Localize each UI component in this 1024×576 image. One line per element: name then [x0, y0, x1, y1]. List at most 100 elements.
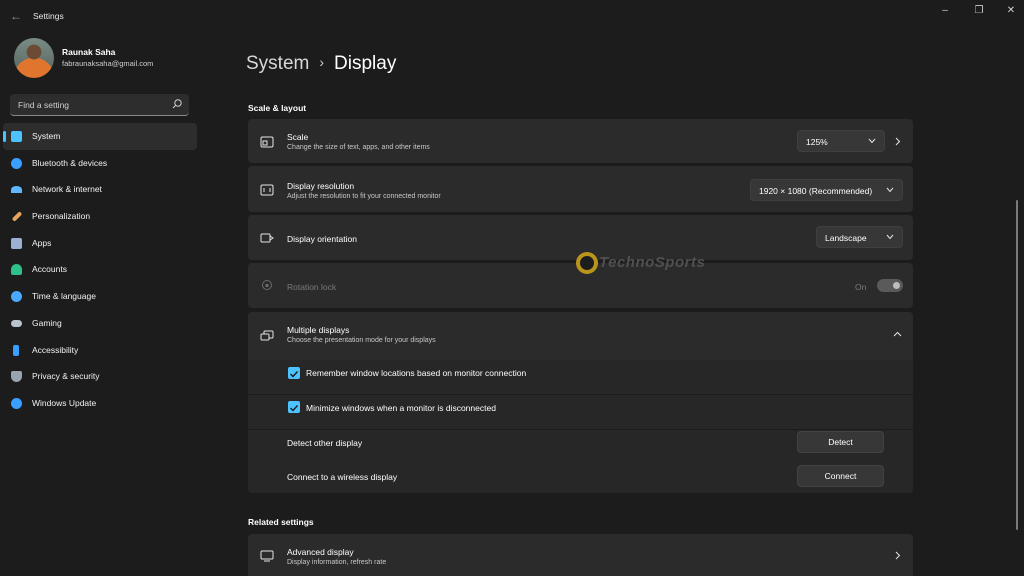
resolution-icon: [260, 184, 274, 196]
remember-locations-label: Remember window locations based on monit…: [306, 368, 527, 378]
scale-dropdown[interactable]: 125%: [797, 130, 885, 152]
sidebar-item-label: Accessibility: [32, 344, 79, 355]
remember-locations-row: Remember window locations based on monit…: [248, 360, 913, 394]
scale-setting[interactable]: Scale Change the size of text, apps, and…: [248, 119, 913, 163]
sidebar-item-apps[interactable]: Apps: [3, 230, 197, 257]
breadcrumb: System › Display: [246, 53, 396, 75]
accessibility-icon: [13, 344, 19, 356]
breadcrumb-parent[interactable]: System: [246, 53, 309, 74]
sidebar-item-network[interactable]: Network & internet: [3, 176, 197, 203]
page-title: Display: [334, 53, 397, 74]
resolution-description: Adjust the resolution to fit your connec…: [287, 193, 441, 200]
sidebar-item-accessibility[interactable]: Accessibility: [3, 337, 197, 364]
sidebar-item-accounts[interactable]: Accounts: [3, 256, 197, 283]
sidebar-item-gaming[interactable]: Gaming: [3, 310, 197, 337]
rotation-lock-icon: [262, 280, 272, 290]
chevron-down-icon: [886, 234, 894, 240]
sidebar-item-label: Privacy & security: [32, 371, 100, 382]
chevron-right-icon: [895, 551, 901, 560]
sidebar-item-time-language[interactable]: Time & language: [3, 283, 197, 310]
multiple-displays-header[interactable]: Multiple displays Choose the presentatio…: [248, 312, 913, 360]
watermark-text: TechnoSports: [599, 254, 706, 271]
orientation-value: Landscape: [825, 233, 867, 243]
remember-locations-checkbox[interactable]: [288, 367, 300, 379]
back-arrow-icon[interactable]: ←: [10, 9, 22, 23]
sidebar-nav: System Bluetooth & devices Network & int…: [3, 123, 197, 417]
sidebar-item-label: Apps: [32, 237, 52, 248]
advanced-display-description: Display information, refresh rate: [287, 559, 387, 566]
title-bar: ← Settings – ❐ ✕: [0, 0, 1024, 32]
minimize-button[interactable]: –: [934, 4, 956, 18]
sidebar-item-label: Accounts: [32, 264, 67, 275]
rotation-lock-title: Rotation lock: [287, 282, 337, 292]
sidebar-item-label: Time & language: [32, 291, 96, 302]
sidebar-item-label: Bluetooth & devices: [32, 157, 108, 168]
gamepad-icon: [11, 319, 22, 327]
rotation-lock-state: On: [855, 282, 867, 292]
orientation-icon: [260, 233, 274, 243]
section-heading-scale-layout: Scale & layout: [248, 103, 307, 113]
sidebar-item-label: Gaming: [32, 317, 62, 328]
multiple-displays-description: Choose the presentation mode for your di…: [287, 337, 436, 344]
checkmark-icon: [290, 371, 299, 378]
person-icon: [11, 264, 22, 276]
wifi-icon: [11, 186, 22, 194]
avatar[interactable]: [14, 38, 54, 78]
chevron-right-icon[interactable]: [895, 137, 901, 146]
user-email: fabraunaksaha@gmail.com: [62, 59, 154, 68]
scale-icon: [260, 136, 274, 148]
monitor-icon: [11, 131, 22, 142]
sidebar-item-system[interactable]: System: [3, 123, 197, 150]
multiple-displays-icon: [260, 330, 274, 341]
monitor-icon: [260, 550, 274, 562]
section-heading-related-settings: Related settings: [248, 517, 314, 527]
apps-icon: [11, 237, 22, 249]
window-title: Settings: [33, 11, 64, 21]
advanced-display-title: Advanced display: [287, 547, 354, 557]
sidebar-item-label: System: [32, 131, 61, 141]
sidebar-item-label: Network & internet: [32, 184, 102, 195]
checkmark-icon: [290, 405, 299, 412]
chevron-up-icon[interactable]: [893, 331, 902, 337]
detect-display-label: Detect other display: [287, 438, 363, 448]
maximize-button[interactable]: ❐: [968, 4, 990, 18]
scrollbar[interactable]: [1016, 200, 1018, 530]
resolution-title: Display resolution: [287, 181, 355, 191]
orientation-title: Display orientation: [287, 234, 357, 244]
user-name: Raunak Saha: [62, 47, 116, 57]
chevron-right-icon: ›: [319, 54, 325, 70]
brush-icon: [11, 211, 23, 222]
sidebar-item-label: Personalization: [32, 211, 91, 222]
watermark-badge-icon: [576, 252, 598, 274]
sidebar-item-privacy[interactable]: Privacy & security: [3, 363, 197, 390]
bluetooth-icon: [11, 157, 22, 169]
rotation-lock-toggle[interactable]: [877, 279, 903, 292]
search-placeholder: Find a setting: [18, 100, 70, 110]
sidebar-item-label: Windows Update: [32, 397, 97, 408]
update-icon: [11, 397, 22, 409]
sidebar-item-bluetooth[interactable]: Bluetooth & devices: [3, 150, 197, 177]
orientation-dropdown[interactable]: Landscape: [816, 226, 903, 248]
multiple-displays-title: Multiple displays: [287, 325, 350, 335]
globe-clock-icon: [11, 291, 22, 303]
minimize-windows-label: Minimize windows when a monitor is disco…: [306, 403, 496, 413]
resolution-value: 1920 × 1080 (Recommended): [759, 186, 873, 196]
chevron-down-icon: [886, 187, 894, 193]
wireless-display-label: Connect to a wireless display: [287, 472, 398, 482]
detect-button[interactable]: Detect: [797, 431, 884, 453]
scale-description: Change the size of text, apps, and other…: [287, 144, 430, 151]
advanced-display-setting[interactable]: Advanced display Display information, re…: [248, 534, 913, 576]
search-input[interactable]: Find a setting: [10, 94, 189, 116]
resolution-dropdown[interactable]: 1920 × 1080 (Recommended): [750, 179, 903, 201]
close-button[interactable]: ✕: [1000, 4, 1022, 18]
watermark-logo: TechnoSports: [575, 250, 719, 276]
display-resolution-setting: Display resolution Adjust the resolution…: [248, 166, 913, 212]
scale-title: Scale: [287, 132, 309, 142]
minimize-windows-row: Minimize windows when a monitor is disco…: [248, 395, 913, 429]
sidebar-item-personalization[interactable]: Personalization: [3, 203, 197, 230]
search-icon: [172, 99, 182, 109]
sidebar-item-windows-update[interactable]: Windows Update: [3, 390, 197, 417]
shield-icon: [11, 371, 22, 383]
connect-button[interactable]: Connect: [797, 465, 884, 487]
minimize-windows-checkbox[interactable]: [288, 401, 300, 413]
